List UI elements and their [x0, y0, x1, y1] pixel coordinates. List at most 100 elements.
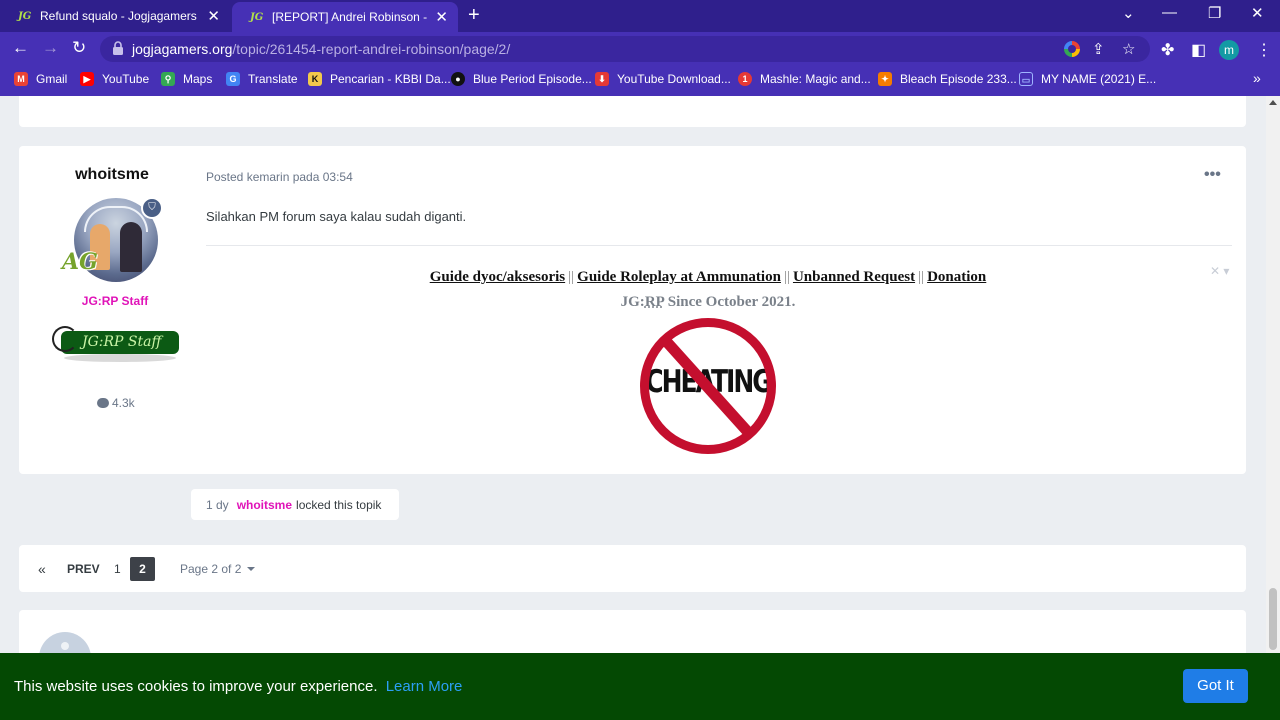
forum-post: whoitsme ⛉ AG JG:RP Staff JG:RP Staff 4.… — [19, 146, 1246, 474]
prev-page-button[interactable]: PREV — [67, 562, 100, 576]
url-path: /topic/261454-report-andrei-robinson/pag… — [232, 41, 511, 57]
page-scrollbar[interactable] — [1266, 96, 1280, 720]
page-2-current[interactable]: 2 — [130, 557, 155, 581]
pipe-separator: || — [783, 269, 790, 285]
post-count-value: 4.3k — [112, 396, 135, 410]
bookmark-my-name[interactable]: ▭ MY NAME (2021) E... — [1019, 72, 1156, 86]
share-icon[interactable]: ⇪ — [1092, 40, 1105, 58]
cookie-text: This website uses cookies to improve you… — [14, 678, 378, 695]
bookmarks-bar: M Gmail ▶ YouTube ⚲ Maps G Translate K Pencar… — [0, 66, 1280, 96]
signature-links: Guide dyoc/aksesoris || Guide Roleplay at … — [206, 269, 1210, 286]
tab-title: Refund squalo - Jogjagamers Com — [40, 9, 199, 23]
cookie-consent-bar: This website uses cookies to improve you… — [0, 653, 1280, 720]
hide-signature-icon[interactable]: ✕ ▾ — [1210, 264, 1229, 278]
post-author-name[interactable]: whoitsme — [19, 166, 205, 184]
bookmark-maps[interactable]: ⚲ Maps — [161, 72, 212, 86]
no-cheating-image: CHEATING — [638, 316, 778, 456]
reload-icon[interactable]: ↻ — [72, 38, 86, 58]
new-tab-icon[interactable]: + — [468, 4, 480, 27]
since-suffix: Since October 2021. — [663, 294, 796, 310]
gmail-icon: M — [14, 72, 28, 86]
bleach-icon: ✦ — [878, 72, 892, 86]
side-panel-icon[interactable]: ◧ — [1191, 40, 1206, 60]
bookmark-gmail[interactable]: M Gmail — [14, 72, 67, 86]
translate-icon: G — [226, 72, 240, 86]
since-prefix: JG: — [620, 294, 645, 310]
bookmark-bleach[interactable]: ✦ Bleach Episode 233... — [878, 72, 1017, 86]
menu-kebab-icon[interactable]: ⋮ — [1256, 40, 1272, 60]
download-icon: ⬇ — [595, 72, 609, 86]
forward-arrow-icon[interactable]: → — [42, 38, 59, 58]
topic-locked-event: 1 dy whoitsme locked this topik — [191, 489, 399, 520]
bookmark-youtube[interactable]: ▶ YouTube — [80, 72, 149, 86]
first-page-icon[interactable]: « — [38, 561, 46, 577]
bookmark-label: YouTube Download... — [617, 72, 731, 86]
banner-shadow — [64, 354, 176, 362]
minimize-icon[interactable]: — — [1162, 4, 1177, 21]
browser-tab-bar: JG Refund squalo - Jogjagamers Com ✕ JG … — [0, 0, 1280, 32]
link-guide-dyoc[interactable]: Guide dyoc/aksesoris — [430, 269, 565, 285]
signature-divider — [206, 245, 1232, 246]
post-meta: Posted kemarin pada 03:54 — [206, 170, 353, 184]
close-tab-icon[interactable]: ✕ — [435, 8, 448, 26]
bookmark-youtube-download[interactable]: ⬇ YouTube Download... — [595, 72, 731, 86]
swirl-icon — [52, 326, 78, 352]
more-options-icon[interactable]: ••• — [1204, 166, 1221, 184]
scroll-up-icon[interactable] — [1269, 100, 1277, 105]
back-arrow-icon[interactable]: ← — [12, 38, 29, 58]
bookmark-translate[interactable]: G Translate — [226, 72, 298, 86]
bookmark-label: YouTube — [102, 72, 150, 86]
event-user-link[interactable]: whoitsme — [237, 498, 292, 512]
link-unbanned-request[interactable]: Unbanned Request — [793, 269, 915, 285]
bookmark-label: Bleach Episode 233... — [900, 72, 1017, 86]
bookmark-blue-period[interactable]: ● Blue Period Episode... — [451, 72, 592, 86]
address-bar[interactable]: jogjagamers.org/topic/261454-report-andr… — [100, 36, 1150, 62]
anime-icon: ● — [451, 72, 465, 86]
bookmark-label: MY NAME (2021) E... — [1041, 72, 1157, 86]
page-jump-dropdown[interactable]: Page 2 of 2 — [180, 562, 256, 576]
link-donation[interactable]: Donation — [927, 269, 986, 285]
page-of-label: Page 2 of 2 — [180, 562, 242, 576]
bookmark-mashle[interactable]: 1 Mashle: Magic and... — [738, 72, 871, 86]
event-time: 1 dy — [206, 497, 229, 512]
bookmark-label: Pencarian - KBBI Da... — [330, 72, 451, 86]
cookie-message: This website uses cookies to improve you… — [14, 678, 462, 695]
moderator-shield-icon: ⛉ — [141, 197, 163, 219]
profile-avatar[interactable]: m — [1219, 40, 1239, 60]
tab-search-chevron-icon[interactable]: ⌄ — [1122, 4, 1135, 22]
scrollbar-thumb[interactable] — [1269, 588, 1277, 650]
restore-icon[interactable]: ❐ — [1208, 4, 1221, 22]
bookmark-kbbi[interactable]: K Pencarian - KBBI Da... — [308, 72, 451, 86]
close-window-icon[interactable]: ✕ — [1251, 4, 1264, 22]
bookmark-label: Mashle: Magic and... — [760, 72, 871, 86]
bookmark-star-icon[interactable]: ☆ — [1122, 40, 1135, 58]
bookmark-label: Maps — [183, 72, 213, 86]
link-guide-roleplay[interactable]: Guide Roleplay at Ammunation — [577, 269, 781, 285]
page-1-link[interactable]: 1 — [114, 562, 121, 576]
google-lens-icon[interactable] — [1064, 41, 1080, 57]
browser-tab-refund[interactable]: JG Refund squalo - Jogjagamers Com ✕ — [0, 0, 230, 32]
event-action: locked this topik — [296, 497, 382, 512]
post-body: Silahkan PM forum saya kalau sudah digan… — [206, 209, 467, 224]
since-rp: RP — [644, 294, 664, 310]
pipe-separator: || — [918, 269, 925, 285]
got-it-button[interactable]: Got It — [1183, 669, 1248, 703]
close-tab-icon[interactable]: ✕ — [207, 7, 220, 25]
previous-post-card — [19, 96, 1246, 127]
lock-icon — [113, 41, 123, 55]
tab-title: [REPORT] Andrei Robinson - Page — [272, 10, 428, 24]
bookmark-label: Translate — [248, 72, 298, 86]
caret-down-icon — [247, 567, 256, 571]
bookmarks-overflow-icon[interactable]: » — [1253, 70, 1261, 86]
pagination: « PREV 1 2 Page 2 of 2 — [19, 545, 1246, 592]
tv-icon: ▭ — [1019, 72, 1033, 86]
youtube-icon: ▶ — [80, 72, 94, 86]
pipe-separator: || — [568, 269, 575, 285]
bookmark-label: Blue Period Episode... — [473, 72, 592, 86]
learn-more-link[interactable]: Learn More — [386, 678, 463, 695]
ag-logo-icon: AG — [62, 249, 98, 275]
jg-favicon-icon: JG — [18, 10, 32, 22]
extensions-puzzle-icon[interactable]: ✤ — [1161, 40, 1174, 60]
browser-tab-report[interactable]: JG [REPORT] Andrei Robinson - Page ✕ — [232, 2, 458, 32]
maps-icon: ⚲ — [161, 72, 175, 86]
